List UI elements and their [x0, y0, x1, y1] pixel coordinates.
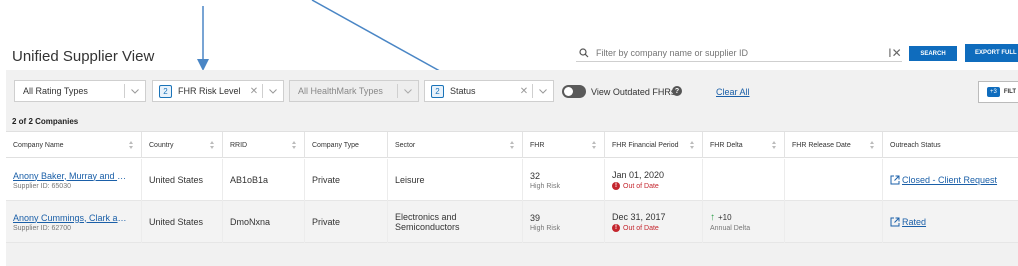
healthmark-types-select: All HealthMark Types [289, 80, 419, 102]
sort-icon[interactable] [129, 141, 134, 149]
alert-icon: ! [612, 182, 620, 190]
more-filters-button[interactable]: +3 FILT [978, 81, 1018, 103]
supplier-id: Supplier ID: 62700 [13, 224, 71, 232]
period-date: Jan 01, 2020 [612, 170, 665, 180]
delta-label: Annual Delta [710, 225, 751, 232]
out-of-date-status: ! Out of Date [612, 182, 702, 190]
fhr-period-cell: Dec 31, 2017 ! Out of Date [605, 201, 703, 243]
sort-icon[interactable] [870, 141, 875, 149]
column-header-company-name[interactable]: Company Name [6, 132, 142, 158]
status-label: Status [450, 86, 476, 96]
outreach-status-link[interactable]: Rated [902, 217, 926, 227]
selected-count-badge: 2 [159, 84, 172, 98]
search-input[interactable] [592, 44, 888, 61]
chevron-down-icon [398, 88, 418, 94]
column-header-fhr-release-date[interactable]: FHR Release Date [785, 132, 883, 158]
rrid-cell: DmoNxna [223, 201, 305, 243]
supplier-id: Supplier ID: 65030 [13, 182, 71, 190]
filter-count-badge: +3 [987, 87, 1000, 97]
sort-icon[interactable] [690, 141, 695, 149]
column-header-rrid[interactable]: RRID [223, 132, 305, 158]
outdated-fhrs-toggle[interactable] [562, 85, 586, 98]
sort-icon[interactable] [510, 141, 515, 149]
annotation-arrow-status [311, 0, 459, 82]
company-type-cell: Private [305, 201, 388, 243]
rating-types-label: All Rating Types [23, 86, 88, 96]
column-header-company-type: Company Type [305, 132, 388, 158]
sort-icon[interactable] [772, 141, 777, 149]
rating-types-select[interactable]: All Rating Types [14, 80, 146, 102]
export-button[interactable]: EXPORT FULL L [965, 44, 1018, 62]
outreach-cell: Closed - Client Request [883, 159, 1018, 201]
column-header-fhr-delta[interactable]: FHR Delta [703, 132, 785, 158]
outreach-cell: Rated [883, 201, 1018, 243]
fhr-release-date-cell [785, 159, 883, 201]
table-footer-space [6, 243, 1018, 266]
out-of-date-status: ! Out of Date [612, 224, 702, 232]
column-header-fhr[interactable]: FHR [523, 132, 605, 158]
company-link[interactable]: Anony Cummings, Clark and Sons [13, 213, 131, 223]
chevron-down-icon[interactable] [533, 88, 553, 94]
company-link[interactable]: Anony Baker, Murray and Hernandez [13, 171, 131, 181]
sort-icon[interactable] [592, 141, 597, 149]
fhr-period-cell: Jan 01, 2020 ! Out of Date [605, 159, 703, 201]
external-link-icon [890, 175, 900, 185]
page-title: Unified Supplier View [12, 48, 155, 65]
table-header: Company Name Country RRID Company Type S… [6, 132, 1018, 158]
table-row: Anony Baker, Murray and Hernandez Suppli… [6, 159, 1018, 201]
suppliers-table: 2 of 2 Companies Company Name Country RR… [6, 112, 1018, 266]
search-button[interactable]: SEARCH [909, 46, 957, 61]
delta-value: +10 [718, 213, 732, 222]
selected-count-badge: 2 [431, 84, 444, 98]
company-cell: Anony Baker, Murray and Hernandez Suppli… [6, 159, 142, 201]
external-link-icon [890, 217, 900, 227]
fhr-risk-label: High Risk [530, 224, 560, 232]
sort-icon[interactable] [210, 141, 215, 149]
column-header-country[interactable]: Country [142, 132, 223, 158]
country-cell: United States [142, 201, 223, 243]
country-cell: United States [142, 159, 223, 201]
fhr-cell: 32 High Risk [523, 159, 605, 201]
arrow-up-icon: ↑ [710, 212, 715, 223]
chevron-down-icon[interactable] [125, 88, 145, 94]
outreach-status-link[interactable]: Closed - Client Request [902, 175, 997, 185]
fhr-cell: 39 High Risk [523, 201, 605, 243]
rrid-cell: AB1oB1a [223, 159, 305, 201]
healthmark-types-label: All HealthMark Types [298, 86, 383, 96]
outdated-fhrs-label: View Outdated FHRs [591, 87, 676, 97]
fhr-risk-label: High Risk [530, 182, 560, 190]
column-header-sector[interactable]: Sector [388, 132, 523, 158]
fhr-release-date-cell [785, 201, 883, 243]
column-header-fhr-financial-period[interactable]: FHR Financial Period [605, 132, 703, 158]
clear-search-icon[interactable]: I✕ [888, 46, 902, 60]
table-row: Anony Cummings, Clark and Sons Supplier … [6, 201, 1018, 243]
clear-icon[interactable]: ✕ [516, 86, 532, 97]
fhr-delta-cell [703, 159, 785, 201]
fhr-risk-level-select[interactable]: 2 FHR Risk Level ✕ [152, 80, 284, 102]
clear-icon[interactable]: ✕ [246, 86, 262, 97]
more-filters-label: FILT [1003, 89, 1017, 95]
sector-cell: Electronics and Semiconductors [388, 201, 523, 243]
status-select[interactable]: 2 Status ✕ [424, 80, 554, 102]
search-bar: I✕ [576, 44, 902, 62]
column-header-outreach-status: Outreach Status [890, 141, 941, 149]
period-date: Dec 31, 2017 [612, 212, 666, 222]
sector-cell: Leisure [388, 159, 523, 201]
fhr-value: 32 [530, 170, 541, 181]
sort-icon[interactable] [292, 141, 297, 149]
fhr-value: 39 [530, 212, 541, 223]
fhr-risk-level-label: FHR Risk Level [178, 86, 241, 96]
company-cell: Anony Cummings, Clark and Sons Supplier … [6, 201, 142, 243]
fhr-delta-cell: ↑ +10 Annual Delta [703, 201, 785, 243]
help-icon[interactable]: ? [672, 86, 682, 96]
alert-icon: ! [612, 224, 620, 232]
company-type-cell: Private [305, 159, 388, 201]
chevron-down-icon[interactable] [263, 88, 283, 94]
results-count: 2 of 2 Companies [6, 112, 1018, 132]
search-icon [576, 45, 592, 61]
clear-all-link[interactable]: Clear All [716, 87, 750, 97]
